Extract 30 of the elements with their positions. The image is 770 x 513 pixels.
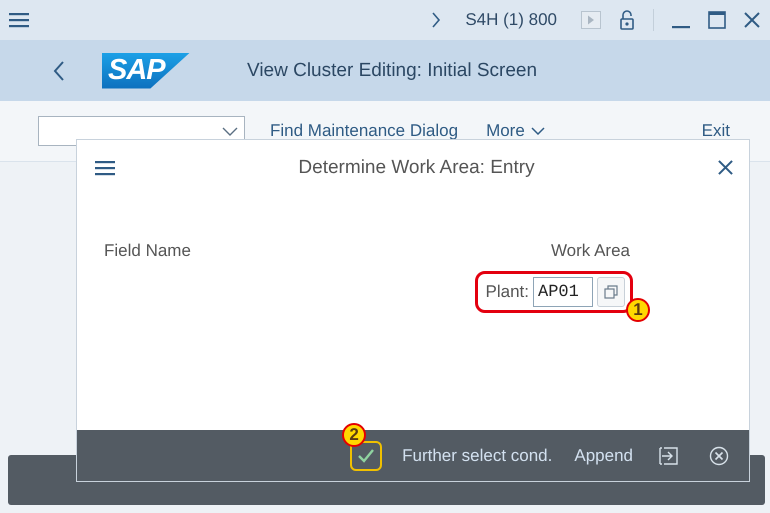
back-icon[interactable]	[53, 60, 65, 80]
value-help-button[interactable]	[597, 277, 625, 307]
column-header: Work Area	[550, 241, 630, 261]
chevron-down-icon	[222, 126, 238, 136]
footer-button[interactable]: Append	[574, 446, 633, 466]
footer-button[interactable]: Further select cond.	[402, 446, 552, 466]
step-badge: 1	[626, 298, 650, 322]
field-label: Plant:	[486, 282, 529, 302]
copy-icon	[604, 285, 618, 299]
toolbar-button[interactable]: Find Maintenance Dialog	[270, 121, 458, 141]
chevron-right-icon[interactable]	[431, 12, 442, 28]
check-icon	[358, 448, 374, 462]
import-icon	[659, 446, 679, 466]
chevron-down-icon	[530, 127, 545, 135]
close-icon[interactable]	[718, 160, 733, 175]
sap-logo: SAP	[102, 52, 190, 88]
menu-icon[interactable]	[9, 12, 29, 28]
close-icon[interactable]	[744, 12, 760, 28]
column-header: Field Name	[104, 241, 191, 261]
screen-title: View Cluster Editing: Initial Screen	[247, 60, 538, 82]
step-badge: 2	[342, 422, 366, 446]
exit-button[interactable]: Exit	[702, 121, 730, 141]
maximize-icon[interactable]	[708, 11, 726, 29]
unlock-icon[interactable]	[619, 10, 635, 30]
dialog-title: Determine Work Area: Entry	[298, 156, 535, 178]
more-menu[interactable]: More	[486, 121, 545, 141]
menu-icon[interactable]	[95, 160, 115, 176]
system-label: S4H (1) 800	[465, 10, 557, 30]
input-field[interactable]: AP01	[533, 277, 593, 307]
cancel-icon	[709, 446, 729, 466]
